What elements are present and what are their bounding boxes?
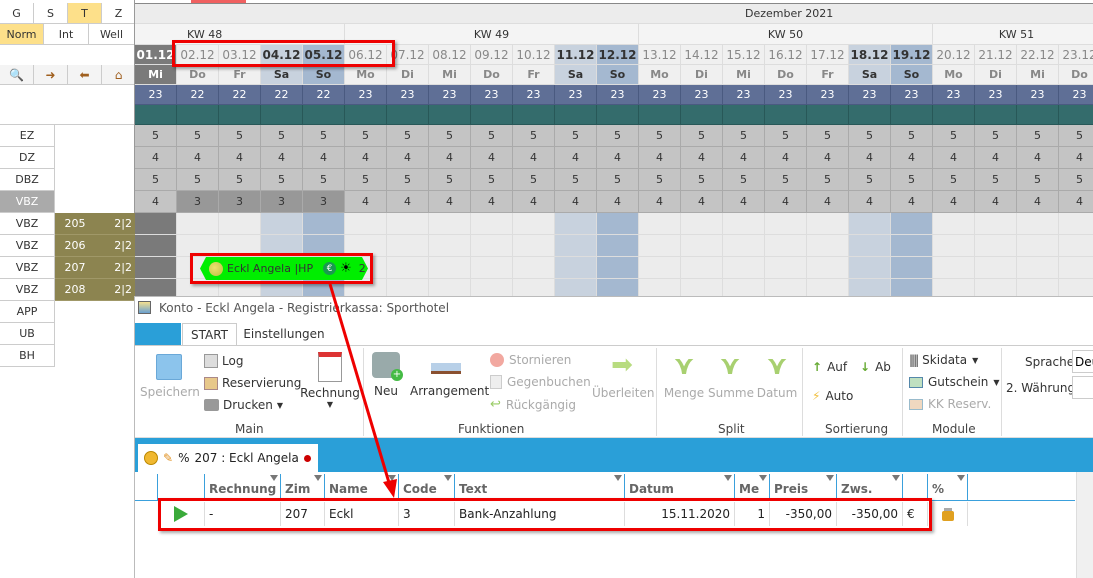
annotation-arrow (328, 283, 397, 498)
